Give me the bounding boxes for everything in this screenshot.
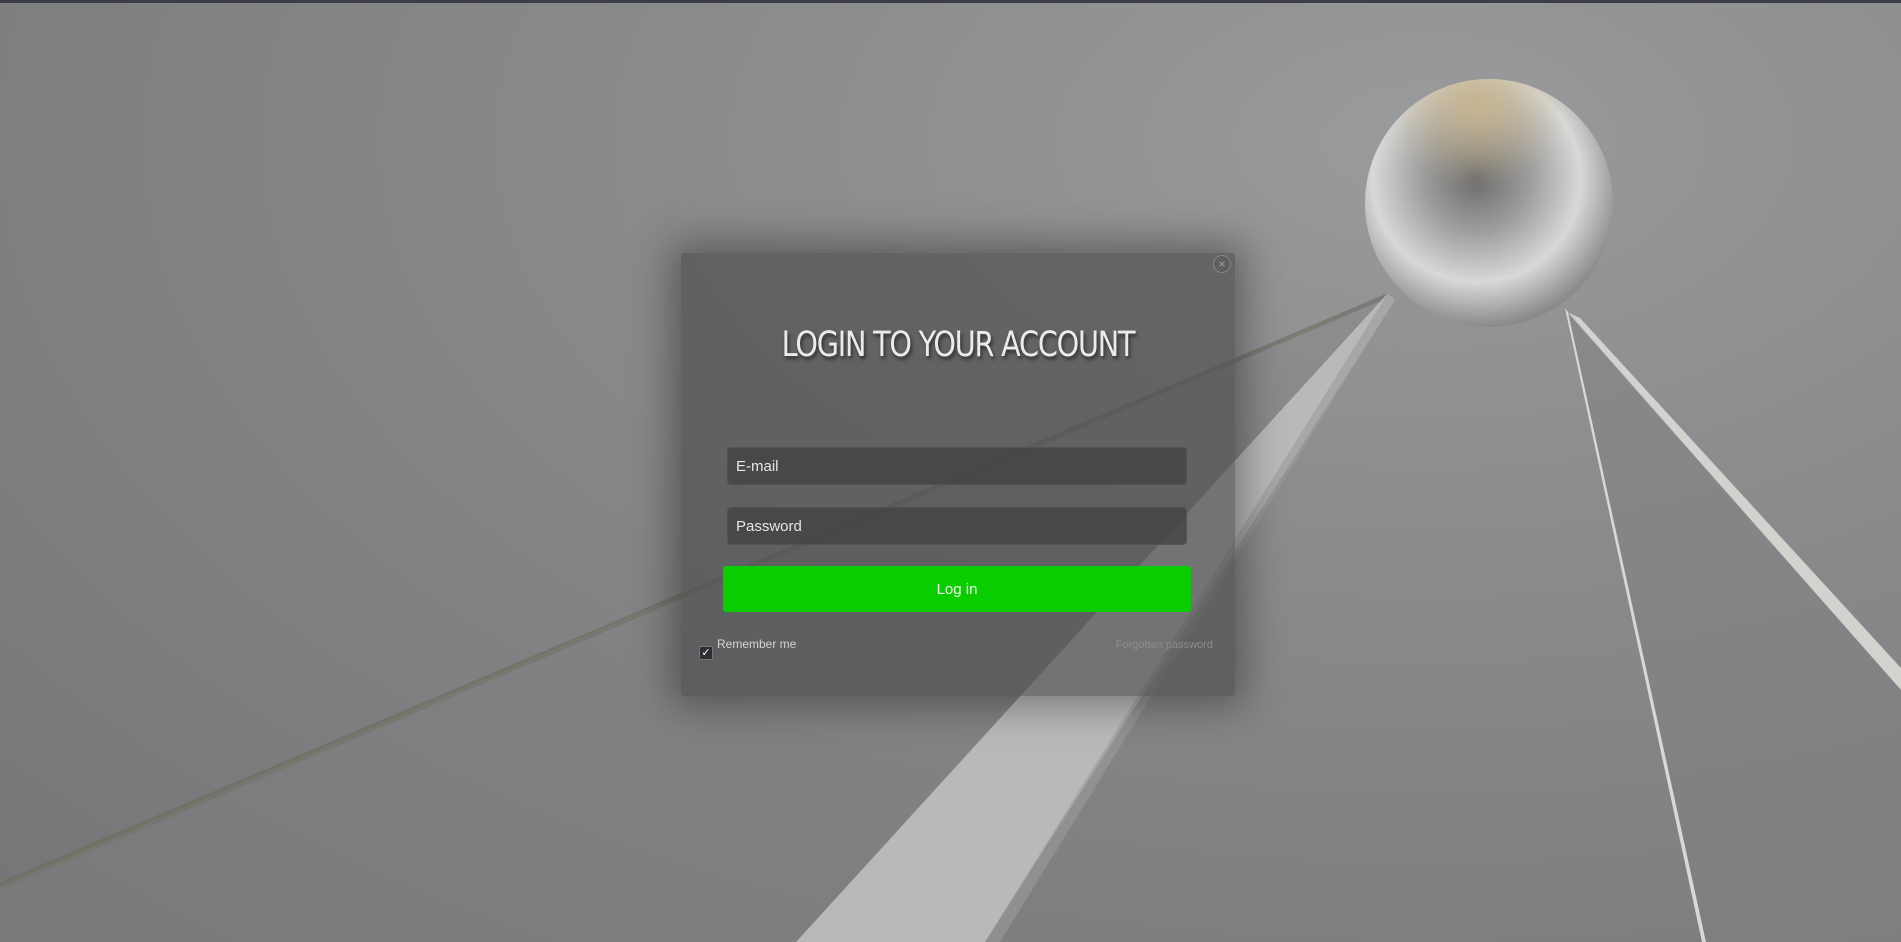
email-field[interactable] [727, 447, 1187, 485]
modal-title: LOGIN TO YOUR ACCOUNT [781, 325, 1136, 365]
password-field[interactable] [727, 507, 1187, 545]
forgot-password-link[interactable]: Forgotten password [1116, 639, 1213, 651]
remember-me[interactable]: ✓ Remember me [699, 637, 796, 660]
remember-me-checkbox[interactable]: ✓ [699, 646, 713, 660]
remember-me-label[interactable]: Remember me [717, 637, 796, 651]
login-modal: × LOGIN TO YOUR ACCOUNT Log in ✓ Remembe… [681, 253, 1235, 696]
page-background: × LOGIN TO YOUR ACCOUNT Log in ✓ Remembe… [0, 0, 1901, 942]
login-button[interactable]: Log in [723, 566, 1191, 612]
close-icon[interactable]: × [1213, 255, 1231, 273]
sphere-highlight [1365, 79, 1613, 327]
